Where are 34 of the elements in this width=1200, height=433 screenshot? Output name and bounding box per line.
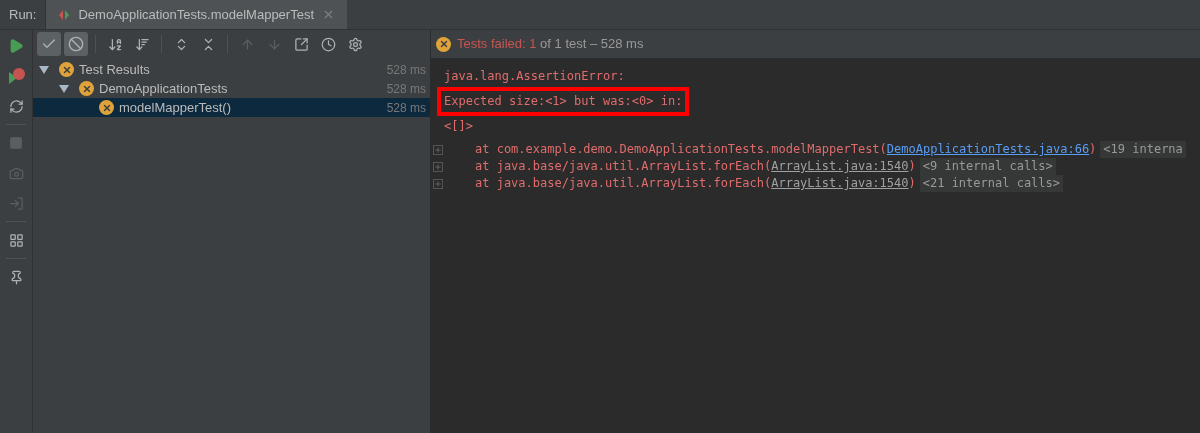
ban-icon (68, 36, 84, 52)
console-line: <[]> (444, 119, 473, 133)
expand-icon[interactable] (433, 178, 443, 189)
duration-text: 528 ms (386, 99, 426, 117)
tree-item-label: modelMapperTest() (119, 98, 232, 117)
failed-icon (59, 62, 74, 77)
tree-item[interactable]: Test Results 528 ms (33, 60, 430, 79)
tree-item[interactable]: DemoApplicationTests 528 ms (33, 79, 430, 98)
source-link[interactable]: DemoApplicationTests.java:66 (886, 142, 1090, 156)
internal-calls-text[interactable]: <9 internal calls> (919, 158, 1056, 175)
run-config-icon (58, 8, 71, 21)
duration-text: 528 ms (386, 80, 426, 98)
failed-icon (79, 81, 94, 96)
console-line: java.lang.AssertionError: (444, 69, 625, 83)
library-link[interactable]: ArrayList.java:1540 (771, 176, 909, 190)
internal-calls-text[interactable]: <21 internal calls> (919, 175, 1063, 192)
duration-text: 528 ms (386, 61, 426, 79)
stack-frame-text: at java.base/java.util.ArrayList.forEach(ArrayList.java:1540) (475, 158, 916, 175)
library-link[interactable]: ArrayList.java:1540 (771, 159, 909, 173)
show-ignored-toggle[interactable] (64, 32, 88, 56)
run-tab[interactable]: DemoApplicationTests.modelMapperTest (46, 0, 348, 29)
failed-icon (436, 36, 451, 52)
tree-item-label: Test Results (79, 60, 151, 79)
failed-icon (99, 100, 114, 115)
tree-item-label: DemoApplicationTests (99, 79, 229, 98)
test-status-text: Tests failed: 1 of 1 test – 528 ms (457, 35, 644, 54)
console-line: Expected size:<1> but was:<0> in: (444, 94, 683, 108)
tree-item[interactable]: modelMapperTest() 528 ms (33, 98, 430, 117)
show-passed-toggle[interactable] (37, 32, 61, 56)
internal-calls-text[interactable]: <19 interna (1100, 141, 1186, 158)
expand-icon[interactable] (433, 161, 443, 172)
stack-frame-text: at java.base/java.util.ArrayList.forEach(ArrayList.java:1540) (475, 175, 916, 192)
expand-icon[interactable] (433, 144, 443, 155)
stack-frame-text: at com.example.demo.DemoApplicationTests.modelMapperTest(DemoApplicationTests.java:66) (475, 141, 1097, 158)
